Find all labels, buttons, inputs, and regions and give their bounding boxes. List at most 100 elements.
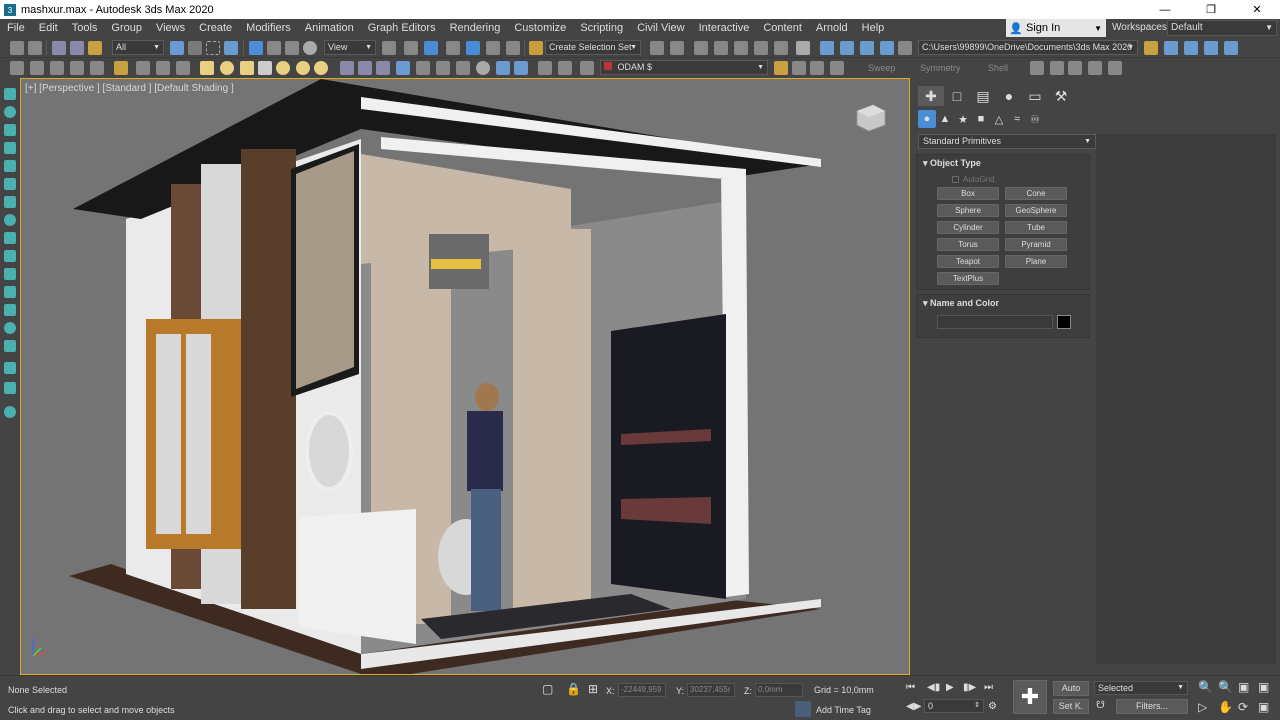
menu-file[interactable]: File <box>0 22 32 34</box>
select-manipulate-icon[interactable] <box>404 41 418 55</box>
minimize-button[interactable]: — <box>1142 0 1188 19</box>
toggle-scene-explorer-icon[interactable] <box>694 41 708 55</box>
symmetry-button[interactable]: Symmetry <box>920 63 961 73</box>
zoom-extents-icon[interactable]: ▣ <box>1238 680 1249 694</box>
layer-manager-icon[interactable] <box>580 61 594 75</box>
redo-icon[interactable] <box>28 41 42 55</box>
zoom-icon[interactable]: 🔍 <box>1198 680 1213 694</box>
select-object-icon[interactable] <box>170 41 184 55</box>
camera-icon[interactable] <box>396 61 410 75</box>
menu-animation[interactable]: Animation <box>298 22 361 34</box>
space-warps-icon[interactable]: ≈ <box>1008 110 1026 128</box>
curve-editor-icon[interactable] <box>754 41 768 55</box>
project-path-dropdown[interactable]: C:\Users\99899\OneDrive\Documents\3ds Ma… <box>918 40 1138 55</box>
go-to-end-icon[interactable]: ⏭ <box>984 682 993 693</box>
open-icon[interactable] <box>1164 41 1178 55</box>
graphite-tool-icon[interactable] <box>4 322 16 334</box>
project-folder-icon[interactable] <box>1144 41 1158 55</box>
x-coordinate-field[interactable]: -22449,959 <box>618 683 666 697</box>
time-configuration-icon[interactable]: ⚙ <box>988 701 997 712</box>
helper-icon[interactable] <box>416 61 430 75</box>
modifier-icon[interactable] <box>514 61 528 75</box>
a360-gallery-icon[interactable] <box>898 41 912 55</box>
key-filter-dropdown[interactable]: Selected ▼ <box>1094 681 1188 695</box>
auto-key-button[interactable]: Auto <box>1053 681 1089 696</box>
menu-customize[interactable]: Customize <box>507 22 573 34</box>
maximize-viewport-icon[interactable]: ▣ <box>1258 700 1269 714</box>
graphite-tool-icon[interactable] <box>4 362 16 374</box>
schematic-view-icon[interactable] <box>774 41 788 55</box>
display-tab-icon[interactable]: ▭ <box>1022 86 1048 106</box>
point-icon[interactable] <box>4 106 16 118</box>
sun-icon[interactable] <box>296 61 310 75</box>
object-color-swatch[interactable] <box>1057 315 1071 329</box>
edit-named-selection-icon[interactable] <box>529 41 543 55</box>
export-icon[interactable] <box>1224 41 1238 55</box>
undo-icon[interactable] <box>10 41 24 55</box>
cylinder-button[interactable]: Cylinder <box>937 221 999 234</box>
rotate-icon[interactable] <box>267 41 281 55</box>
box-primitive-icon[interactable] <box>200 61 214 75</box>
set-current-layer-icon[interactable] <box>830 61 844 75</box>
torus-button[interactable]: Torus <box>937 238 999 251</box>
bind-space-warp-icon[interactable] <box>88 41 102 55</box>
keyboard-shortcut-override-icon[interactable] <box>424 41 438 55</box>
modifier-icon[interactable] <box>496 61 510 75</box>
sign-in-button[interactable]: 👤 Sign In ▼ <box>1006 19 1106 37</box>
menu-arnold[interactable]: Arnold <box>809 22 855 34</box>
utilities-tab-icon[interactable]: ⚒ <box>1048 86 1074 106</box>
play-icon[interactable]: ▶ <box>946 682 954 693</box>
modeling-tool-icon[interactable] <box>90 61 104 75</box>
align-icon[interactable] <box>670 41 684 55</box>
pivot-point-icon[interactable] <box>382 41 396 55</box>
modifier-icon[interactable] <box>1068 61 1082 75</box>
orbit-icon[interactable]: ⟳ <box>1238 700 1248 714</box>
omni-light-icon[interactable] <box>314 61 328 75</box>
object-name-field[interactable] <box>937 315 1053 329</box>
helpers-icon[interactable]: △ <box>990 110 1008 128</box>
graphite-tool-icon[interactable] <box>4 196 16 208</box>
modifier-icon[interactable] <box>1108 61 1122 75</box>
lights-icon[interactable]: ★ <box>954 110 972 128</box>
modifier-icon[interactable] <box>1050 61 1064 75</box>
modify-tab-icon[interactable]: □ <box>944 86 970 106</box>
rectangular-selection-icon[interactable] <box>206 41 220 55</box>
add-to-layer-icon[interactable] <box>792 61 806 75</box>
box-button[interactable]: Box <box>937 187 999 200</box>
toggle-ribbon-icon[interactable] <box>734 41 748 55</box>
spline-icon[interactable] <box>340 61 354 75</box>
shell-button[interactable]: Shell <box>988 63 1008 73</box>
rendered-frame-window-icon[interactable] <box>840 41 854 55</box>
move-icon[interactable] <box>249 41 263 55</box>
render-setup-icon[interactable] <box>820 41 834 55</box>
modeling-tool-icon[interactable] <box>136 61 150 75</box>
material-editor-icon[interactable] <box>796 41 810 55</box>
menu-interactive[interactable]: Interactive <box>692 22 757 34</box>
modeling-tool-icon[interactable] <box>114 61 128 75</box>
modeling-tool-icon[interactable] <box>10 61 24 75</box>
object-type-header[interactable]: ▾ Object Type <box>917 155 1089 171</box>
selection-filter-dropdown[interactable]: All ▼ <box>112 40 164 55</box>
close-button[interactable]: ✕ <box>1234 0 1280 19</box>
shape-icon[interactable] <box>376 61 390 75</box>
zoom-extents-all-icon[interactable]: ▣ <box>1258 680 1269 694</box>
unlink-icon[interactable] <box>70 41 84 55</box>
layer-explorer-icon[interactable] <box>714 41 728 55</box>
go-to-start-icon[interactable]: ⏮ <box>906 682 915 693</box>
field-of-view-icon[interactable]: ▷ <box>1198 700 1207 714</box>
shapes-icon[interactable]: ▲ <box>936 110 954 128</box>
graphite-tool-icon[interactable] <box>4 304 16 316</box>
render-in-cloud-icon[interactable] <box>880 41 894 55</box>
percent-snap-icon[interactable] <box>486 41 500 55</box>
filters-button[interactable]: Filters... <box>1116 699 1188 714</box>
mirror-icon[interactable] <box>650 41 664 55</box>
menu-scripting[interactable]: Scripting <box>573 22 630 34</box>
graphite-tool-icon[interactable] <box>4 268 16 280</box>
menu-civil-view[interactable]: Civil View <box>630 22 691 34</box>
zoom-all-icon[interactable]: 🔍 <box>1218 680 1233 694</box>
plane-primitive-icon[interactable] <box>258 61 272 75</box>
graphite-tool-icon[interactable] <box>4 142 16 154</box>
plane-button[interactable]: Plane <box>1005 255 1067 268</box>
viewcube-icon[interactable] <box>853 103 889 133</box>
save-icon[interactable] <box>1184 41 1198 55</box>
